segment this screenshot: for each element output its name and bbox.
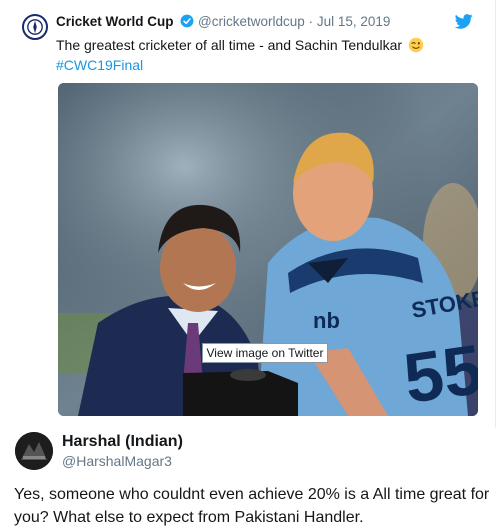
reply-text: Yes, someone who couldnt even achieve 20… bbox=[14, 486, 490, 526]
tweet-photo[interactable]: STOKES 55 nb bbox=[58, 83, 478, 416]
wink-emoji-icon bbox=[408, 37, 424, 53]
verified-badge-icon bbox=[180, 14, 194, 28]
tweet-text-content: The greatest cricketer of all time - and… bbox=[56, 37, 403, 53]
jersey-number: 55 bbox=[399, 330, 478, 416]
tweet-author-name[interactable]: Cricket World Cup bbox=[56, 14, 174, 29]
twitter-bird-icon[interactable] bbox=[455, 14, 473, 29]
separator-dot: · bbox=[308, 14, 314, 29]
reply-author-name[interactable]: Harshal (Indian) bbox=[62, 432, 183, 452]
tweet-text: The greatest cricketer of all time - and… bbox=[56, 35, 424, 55]
tweet-date[interactable]: Jul 15, 2019 bbox=[317, 14, 391, 29]
tweet-author-handle[interactable]: @cricketworldcup bbox=[198, 14, 305, 29]
reply-author-handle[interactable]: @HarshalMagar3 bbox=[62, 452, 172, 470]
reply-avatar[interactable] bbox=[15, 432, 53, 470]
view-image-button[interactable]: View image on Twitter bbox=[202, 343, 328, 363]
tweet-header: Cricket World Cup @cricketworldcup · Jul… bbox=[56, 13, 390, 31]
embedded-tweet[interactable]: Cricket World Cup @cricketworldcup · Jul… bbox=[4, 0, 496, 428]
hashtag-link[interactable]: #CWC19Final bbox=[56, 55, 143, 75]
cwc-logo-icon[interactable] bbox=[22, 14, 48, 40]
nb-logo: nb bbox=[313, 308, 340, 333]
